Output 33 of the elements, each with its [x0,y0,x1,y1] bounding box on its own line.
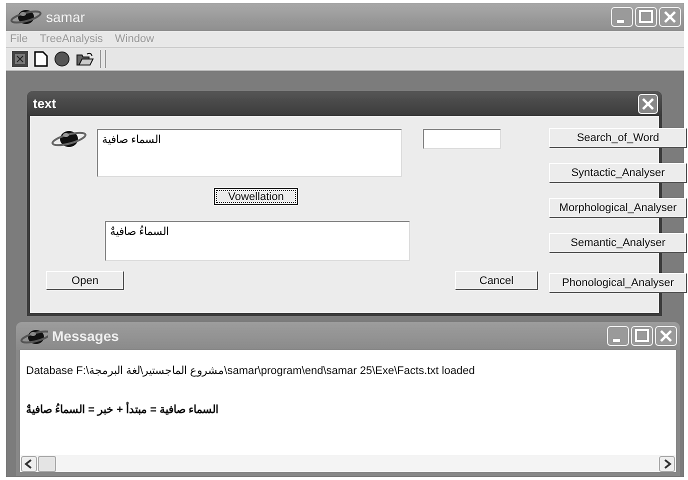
dialog-title: text [33,96,56,111]
analyser-button[interactable]: Semantic_Analyser [549,233,687,253]
analyser-button[interactable]: Morphological_Analyser [549,198,687,218]
minimize-icon[interactable] [611,7,633,27]
open-button[interactable]: Open [46,271,124,290]
circle-icon[interactable] [54,51,70,67]
search-field[interactable] [423,129,501,149]
close-document-icon[interactable] [12,51,28,67]
cancel-button[interactable]: Cancel [455,271,538,290]
new-document-icon[interactable] [34,51,48,67]
message-line: السماء صافية = مبتدأ + خبر = السماءُ صافيةٌ [26,403,219,416]
message-line: Database F:\مشروع الماجستير\لغة البرمجة\samar\program\end\samar 25\Exe\Facts.txt loaded [26,364,475,377]
output-text: السماءُ صافيةٌ [110,225,170,238]
planet-icon [20,327,48,345]
planet-icon [51,128,87,150]
analyser-button[interactable]: Phonological_Analyser [549,273,687,293]
maximize-icon[interactable] [635,7,657,27]
text-area[interactable]: السماءُ صافيةٌ [105,221,410,261]
close-icon[interactable] [638,94,658,114]
analyser-button[interactable]: Search_of_Word [549,128,687,148]
scroll-left-icon[interactable] [21,456,37,472]
maximize-icon[interactable] [631,326,653,346]
analyser-button[interactable]: Syntactic_Analyser [549,163,687,183]
vowellation-button[interactable]: Vowellation [214,188,298,205]
scroll-right-icon[interactable] [659,456,675,472]
planet-icon [10,7,42,27]
minimize-icon[interactable] [607,326,629,346]
input-text: السماء صافية [102,133,162,146]
text-area[interactable]: السماء صافية [97,129,402,177]
folder-open-icon[interactable] [76,51,94,67]
window-title: samar [46,9,85,25]
messages-title: Messages [52,328,119,344]
scroll-thumb[interactable] [38,456,56,472]
